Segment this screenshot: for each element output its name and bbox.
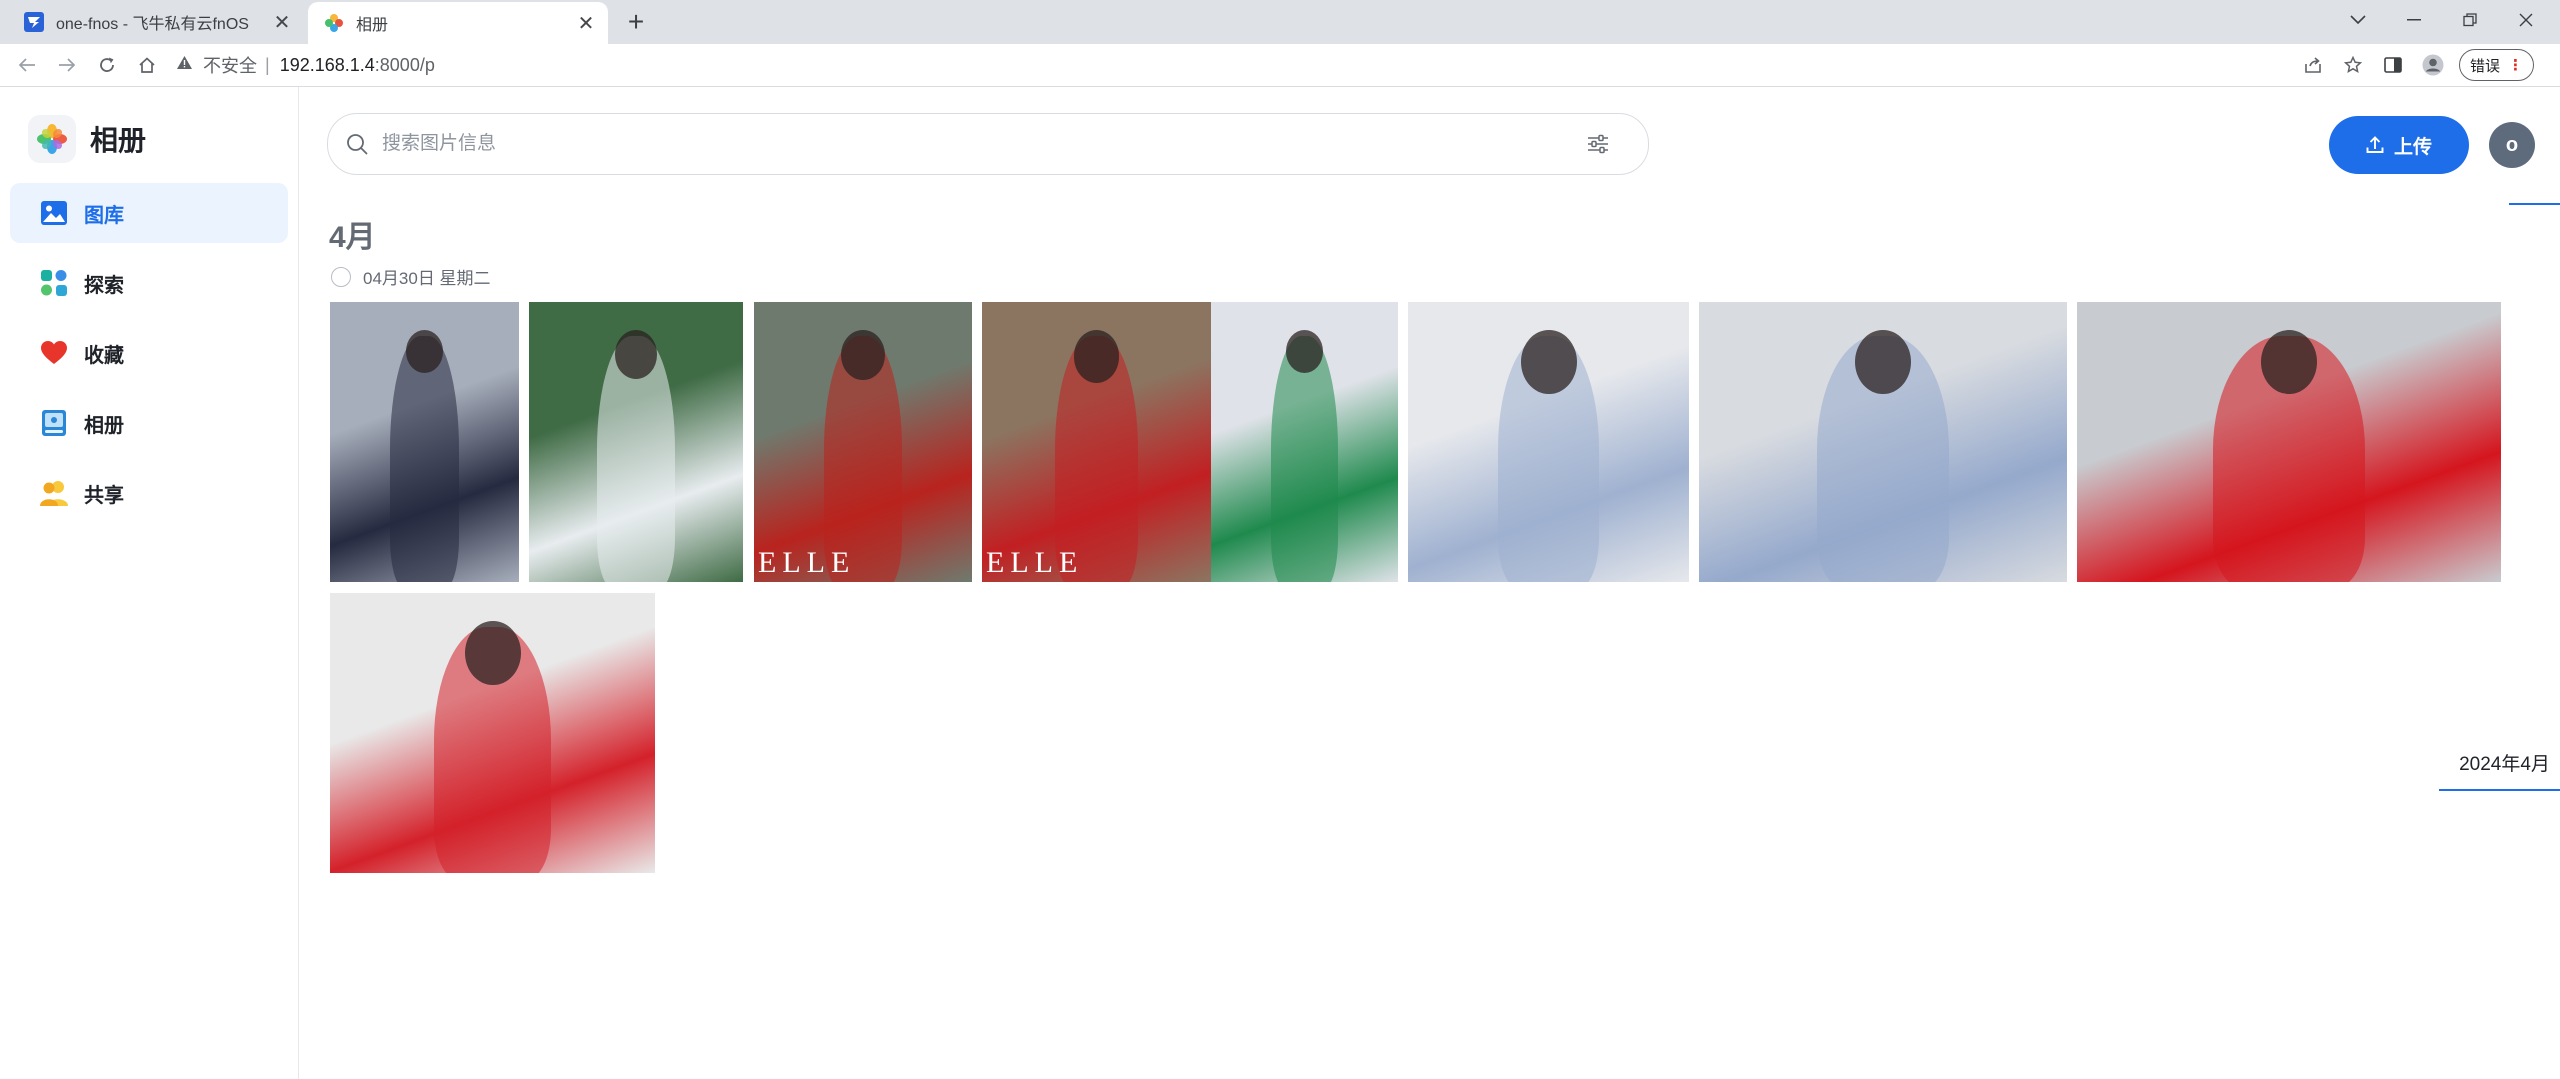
- share-users-icon: [40, 479, 68, 507]
- timeline-marker: [2439, 789, 2560, 791]
- close-tab-icon[interactable]: ✕: [572, 9, 600, 37]
- error-label: 错误: [2470, 57, 2501, 75]
- photo-subject-head: [841, 330, 885, 381]
- bookmark-star-icon[interactable]: [2333, 50, 2373, 80]
- reload-icon[interactable]: [92, 50, 122, 80]
- sidebar-item-label: 探索: [84, 274, 124, 297]
- main-content: 上传 o 4月 04月30日 星期二 ELLE ELLE 2024年4月: [299, 87, 2560, 1079]
- profile-icon[interactable]: [2413, 50, 2453, 80]
- photo-thumbnail[interactable]: [1699, 302, 2067, 582]
- app-brand: 相册: [28, 115, 146, 163]
- app-title: 相册: [90, 125, 147, 156]
- photo-subject-head: [1855, 330, 1911, 395]
- sidebar-item-label: 收藏: [84, 344, 124, 367]
- sidebar-item-label: 共享: [84, 484, 124, 507]
- sidebar-item-label: 相册: [84, 414, 124, 437]
- sidebar-item-albums[interactable]: 相册: [10, 393, 288, 453]
- sidebar: 相册 图库 探索 收藏 相册 共享: [0, 87, 299, 1079]
- photo-thumbnail[interactable]: [330, 593, 655, 873]
- photo-thumbnail[interactable]: [2077, 302, 2501, 582]
- photo-subject-head: [2261, 330, 2317, 395]
- explore-icon: [40, 269, 68, 297]
- restore-window-icon[interactable]: [2442, 0, 2498, 40]
- photo-thumbnail[interactable]: ELLE: [754, 302, 972, 582]
- photo-subject-head: [464, 621, 521, 686]
- album-logo-icon: [28, 115, 76, 163]
- browser-action-icons: 错误 ⋮: [2293, 49, 2535, 81]
- tab-search-chevron-icon[interactable]: [2330, 0, 2386, 40]
- search-bar[interactable]: [327, 113, 1649, 175]
- error-button[interactable]: 错误 ⋮: [2459, 49, 2535, 81]
- sidebar-item-favorites[interactable]: 收藏: [10, 323, 288, 383]
- forward-arrow-icon[interactable]: [52, 50, 82, 80]
- warning-triangle-icon: [176, 55, 193, 75]
- address-bar[interactable]: 不安全 | 192.168.1.4:8000/p: [176, 48, 2286, 82]
- browser-tab-fnos[interactable]: one-fnos - 飞牛私有云fnOS ✕: [8, 0, 304, 44]
- new-tab-button[interactable]: +: [620, 6, 652, 38]
- timeline-label[interactable]: 2024年4月: [2449, 749, 2560, 776]
- close-tab-icon[interactable]: ✕: [268, 8, 296, 36]
- photo-thumbnail[interactable]: [330, 302, 519, 582]
- side-panel-icon[interactable]: [2373, 50, 2413, 80]
- date-label: 04月30日 星期二: [363, 269, 491, 288]
- fnos-favicon-icon: [24, 12, 44, 32]
- upload-button[interactable]: 上传: [2329, 116, 2469, 174]
- photo-thumbnail[interactable]: ELLE: [982, 302, 1211, 582]
- filter-settings-icon[interactable]: [1578, 124, 1618, 164]
- photo-subject-head: [1520, 330, 1577, 395]
- album-favicon-icon: [324, 13, 344, 33]
- photo-subject-head: [1073, 330, 1120, 383]
- share-page-icon[interactable]: [2293, 50, 2333, 80]
- minimize-window-icon[interactable]: [2386, 0, 2442, 40]
- gallery-icon: [40, 199, 68, 227]
- sidebar-item-shared[interactable]: 共享: [10, 463, 288, 523]
- photo-subject-head: [1285, 330, 1324, 373]
- upload-label: 上传: [2393, 136, 2432, 158]
- photo-overlay-text: ELLE: [986, 546, 1084, 579]
- sidebar-item-gallery[interactable]: 图库: [10, 183, 288, 243]
- photo-thumbnail[interactable]: [1408, 302, 1689, 582]
- upload-icon: [2366, 136, 2384, 154]
- url-host: 192.168.1.4: [279, 54, 375, 75]
- search-icon: [346, 133, 368, 155]
- more-menu-icon: ⋮: [2508, 57, 2524, 74]
- close-window-icon[interactable]: [2498, 0, 2554, 40]
- photo-thumbnail[interactable]: [1211, 302, 1398, 582]
- photo-overlay-text: ELLE: [758, 546, 856, 579]
- url-path: :8000/p: [374, 54, 435, 75]
- sidebar-item-label: 图库: [84, 204, 124, 227]
- album-icon: [40, 409, 68, 437]
- security-status-text[interactable]: 不安全: [203, 52, 257, 78]
- photo-thumbnail[interactable]: [529, 302, 743, 582]
- tab-title: 相册: [356, 17, 389, 34]
- avatar[interactable]: o: [2489, 122, 2535, 168]
- timeline-scroll-indicator: [2509, 203, 2560, 205]
- back-arrow-icon[interactable]: [12, 50, 42, 80]
- heart-icon: [40, 339, 68, 367]
- browser-tab-strip: one-fnos - 飞牛私有云fnOS ✕ 相册 ✕ +: [0, 0, 2560, 44]
- tab-title: one-fnos - 飞牛私有云fnOS: [56, 16, 249, 33]
- address-separator: |: [265, 54, 270, 75]
- select-date-checkbox[interactable]: [331, 266, 351, 287]
- search-input[interactable]: [380, 132, 1578, 156]
- browser-tab-album[interactable]: 相册 ✕: [308, 2, 608, 44]
- month-heading: 4月: [329, 221, 376, 254]
- home-icon[interactable]: [132, 50, 162, 80]
- browser-toolbar: 不安全 | 192.168.1.4:8000/p 错误 ⋮: [0, 44, 2560, 87]
- sidebar-item-explore[interactable]: 探索: [10, 253, 288, 313]
- date-group-header: 04月30日 星期二: [331, 264, 491, 289]
